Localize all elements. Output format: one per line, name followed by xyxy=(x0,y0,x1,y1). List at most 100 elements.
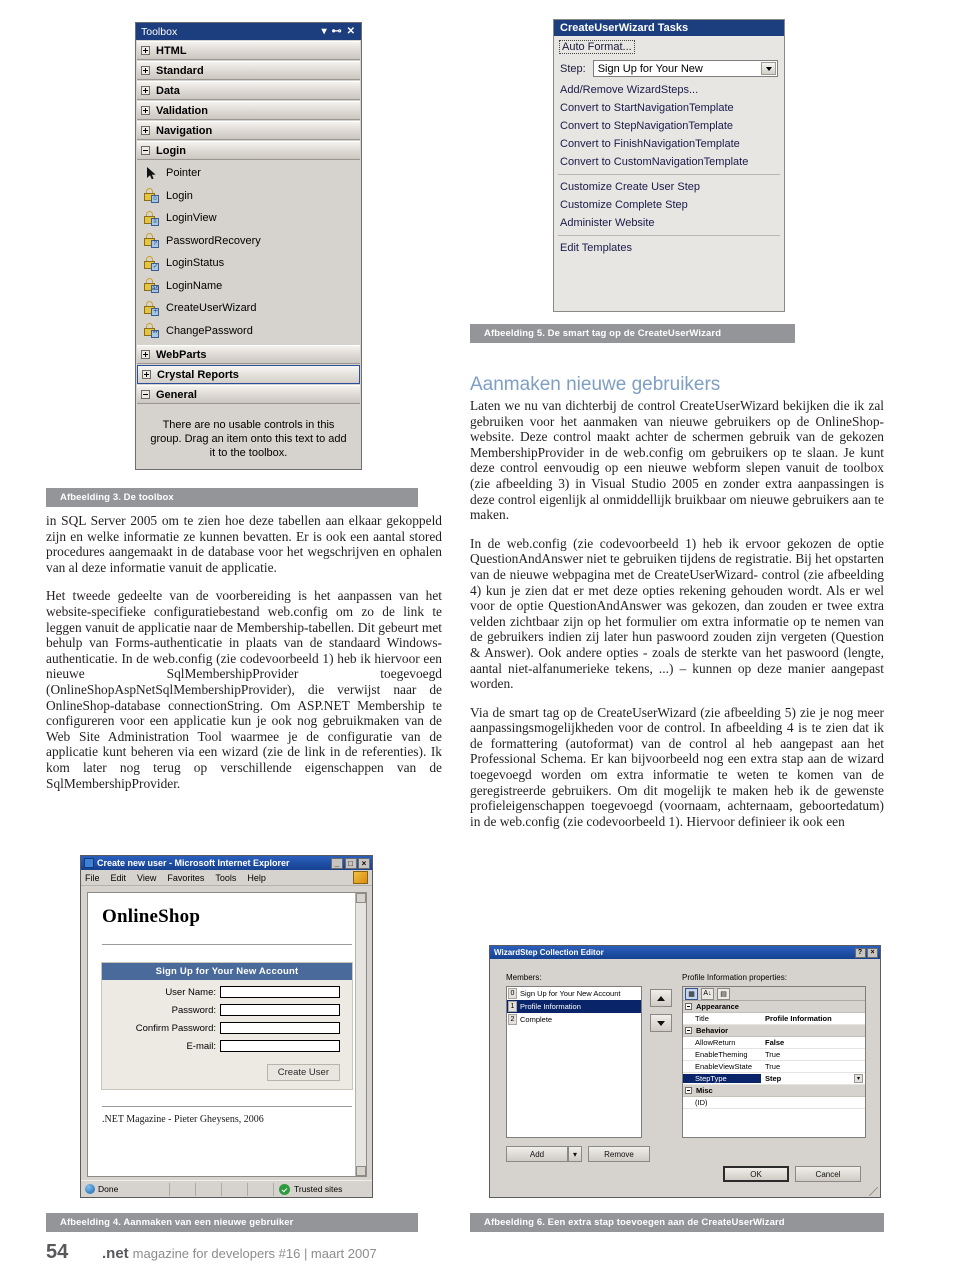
collapse-minus-icon[interactable] xyxy=(685,1003,692,1010)
chevron-down-icon[interactable] xyxy=(761,62,776,75)
expand-plus-icon[interactable] xyxy=(141,350,150,359)
property-grid[interactable]: ▦ A↓ ▤ Appearance Title Profile Informat… xyxy=(682,986,866,1138)
remove-button[interactable]: Remove xyxy=(588,1146,650,1162)
scroll-up-button[interactable] xyxy=(356,893,366,903)
cuw-link-edit-templates[interactable]: Edit Templates xyxy=(554,239,784,257)
close-icon[interactable]: ✕ xyxy=(347,26,355,37)
cuw-link-administer-website[interactable]: Administer Website xyxy=(554,214,784,232)
scroll-down-button[interactable] xyxy=(356,1166,366,1176)
internet-explorer-window[interactable]: Create new user - Microsoft Internet Exp… xyxy=(80,855,373,1198)
property-row-enableviewstate[interactable]: EnableViewState True xyxy=(683,1061,865,1073)
property-row-allowreturn[interactable]: AllowReturn False xyxy=(683,1037,865,1049)
toolbox-item-passwordrecovery[interactable]: ? PasswordRecovery xyxy=(136,230,361,253)
alphabetical-sort-icon[interactable]: A↓ xyxy=(701,987,714,1000)
cuw-link-convert-start-navigation[interactable]: Convert to StartNavigationTemplate xyxy=(554,99,784,117)
step-select[interactable]: Sign Up for Your New xyxy=(592,60,778,77)
menu-view[interactable]: View xyxy=(137,873,156,883)
email-input[interactable] xyxy=(220,1040,340,1052)
toolbox-category-html[interactable]: HTML xyxy=(137,41,360,60)
menu-help[interactable]: Help xyxy=(247,873,266,883)
menu-edit[interactable]: Edit xyxy=(111,873,127,883)
toolbox-category-general[interactable]: General xyxy=(137,385,360,404)
property-group-misc[interactable]: Misc xyxy=(683,1085,865,1097)
property-value[interactable]: False xyxy=(761,1038,865,1047)
cuw-link-convert-custom-navigation[interactable]: Convert to CustomNavigationTemplate xyxy=(554,153,784,171)
property-grid-toolbar[interactable]: ▦ A↓ ▤ xyxy=(683,987,865,1001)
property-group-appearance[interactable]: Appearance xyxy=(683,1001,865,1013)
property-row-steptype[interactable]: StepType Step ▾ xyxy=(683,1073,865,1085)
collapse-minus-icon[interactable] xyxy=(685,1027,692,1034)
cancel-button[interactable]: Cancel xyxy=(795,1166,861,1182)
property-row-enabletheming[interactable]: EnableTheming True xyxy=(683,1049,865,1061)
move-up-button[interactable] xyxy=(650,989,672,1007)
toolbox-item-loginname[interactable]: ab LoginName xyxy=(136,275,361,298)
resize-grip-icon[interactable] xyxy=(869,1187,878,1196)
toolbox-item-createuserwizard[interactable]: ＋ CreateUserWizard xyxy=(136,297,361,320)
expand-plus-icon[interactable] xyxy=(141,66,150,75)
menu-favorites[interactable]: Favorites xyxy=(167,873,204,883)
create-user-button[interactable]: Create User xyxy=(266,1064,340,1081)
expand-plus-icon[interactable] xyxy=(142,370,151,379)
menu-file[interactable]: File xyxy=(85,873,100,883)
chevron-down-icon[interactable]: ▾ xyxy=(322,26,327,37)
cuw-link-convert-finish-navigation[interactable]: Convert to FinishNavigationTemplate xyxy=(554,135,784,153)
toolbox-window[interactable]: Toolbox ▾ ⊷ ✕ HTML Standard Data Validat… xyxy=(135,22,362,470)
minimize-icon[interactable]: _ xyxy=(331,857,343,869)
toolbox-category-crystal-reports[interactable]: Crystal Reports xyxy=(137,365,360,384)
property-value[interactable]: True xyxy=(761,1062,865,1071)
property-value[interactable]: Step xyxy=(761,1074,854,1083)
ok-button[interactable]: OK xyxy=(723,1166,789,1182)
property-value[interactable]: True xyxy=(761,1050,865,1059)
toolbox-category-validation[interactable]: Validation xyxy=(137,101,360,120)
close-icon[interactable]: × xyxy=(867,947,878,958)
list-item[interactable]: 1 Profile Information xyxy=(507,1000,641,1013)
toolbox-item-loginstatus[interactable]: ✓ LoginStatus xyxy=(136,252,361,275)
list-item[interactable]: 2 Complete xyxy=(507,1013,641,1026)
toolbox-category-navigation[interactable]: Navigation xyxy=(137,121,360,140)
toolbox-category-login[interactable]: Login xyxy=(137,141,360,160)
security-zone[interactable]: Trusted sites xyxy=(273,1182,372,1196)
expand-plus-icon[interactable] xyxy=(141,86,150,95)
cuw-link-add-remove-wizardsteps[interactable]: Add/Remove WizardSteps... xyxy=(554,81,784,99)
categorized-view-icon[interactable]: ▦ xyxy=(685,987,698,1000)
toolbox-category-webparts[interactable]: WebParts xyxy=(137,345,360,364)
expand-plus-icon[interactable] xyxy=(141,46,150,55)
expand-plus-icon[interactable] xyxy=(141,106,150,115)
auto-format-link[interactable]: Auto Format... xyxy=(559,40,635,54)
add-dropdown-button[interactable]: ▾ xyxy=(568,1146,582,1162)
menu-tools[interactable]: Tools xyxy=(215,873,236,883)
property-group-behavior[interactable]: Behavior xyxy=(683,1025,865,1037)
property-pages-icon[interactable]: ▤ xyxy=(717,987,730,1000)
toolbox-category-standard[interactable]: Standard xyxy=(137,61,360,80)
add-button[interactable]: Add xyxy=(506,1146,568,1162)
cuw-link-customize-create-user-step[interactable]: Customize Create User Step xyxy=(554,178,784,196)
list-item[interactable]: 0 Sign Up for Your New Account xyxy=(507,987,641,1000)
username-input[interactable] xyxy=(220,986,340,998)
wizardstep-collection-editor-dialog[interactable]: WizardStep Collection Editor ? × Members… xyxy=(489,945,881,1198)
property-row-id[interactable]: (ID) xyxy=(683,1097,865,1109)
toolbox-item-changepassword[interactable]: ** ChangePassword xyxy=(136,320,361,343)
toolbox-category-data[interactable]: Data xyxy=(137,81,360,100)
collapse-minus-icon[interactable] xyxy=(141,390,150,399)
toolbox-item-loginview[interactable]: ≡ LoginView xyxy=(136,207,361,230)
collapse-minus-icon[interactable] xyxy=(141,146,150,155)
close-icon[interactable]: × xyxy=(358,857,370,869)
members-list[interactable]: 0 Sign Up for Your New Account 1 Profile… xyxy=(506,986,642,1138)
toolbox-item-login[interactable]: ☺ Login xyxy=(136,185,361,208)
help-icon[interactable]: ? xyxy=(854,947,866,958)
property-row-title[interactable]: Title Profile Information xyxy=(683,1013,865,1025)
confirm-password-input[interactable] xyxy=(220,1022,340,1034)
pin-icon[interactable]: ⊷ xyxy=(332,26,342,37)
maximize-icon[interactable]: □ xyxy=(344,857,357,869)
collapse-minus-icon[interactable] xyxy=(685,1087,692,1094)
property-value[interactable]: Profile Information xyxy=(761,1014,865,1023)
password-input[interactable] xyxy=(220,1004,340,1016)
ie-menubar[interactable]: File Edit View Favorites Tools Help xyxy=(81,870,372,886)
toolbox-item-pointer[interactable]: Pointer xyxy=(136,162,361,185)
createuserwizard-tasks-panel[interactable]: CreateUserWizard Tasks Auto Format... St… xyxy=(553,19,785,312)
cuw-link-convert-step-navigation[interactable]: Convert to StepNavigationTemplate xyxy=(554,117,784,135)
expand-plus-icon[interactable] xyxy=(141,126,150,135)
move-down-button[interactable] xyxy=(650,1014,672,1032)
cuw-link-customize-complete-step[interactable]: Customize Complete Step xyxy=(554,196,784,214)
vertical-scrollbar[interactable] xyxy=(355,893,366,1176)
